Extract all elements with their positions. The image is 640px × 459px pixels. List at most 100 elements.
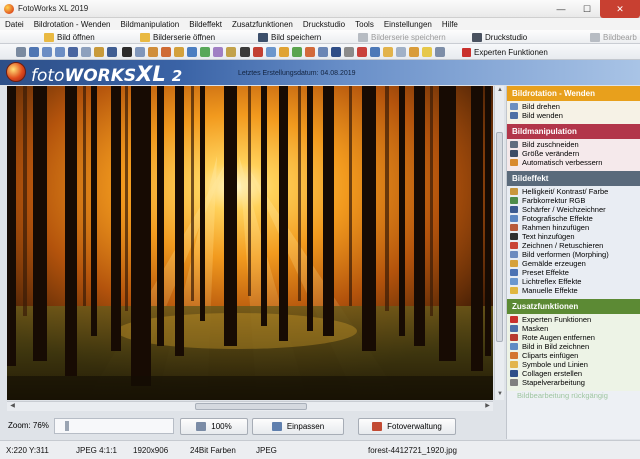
palette-icon [510,260,518,267]
mirror-icon[interactable] [81,47,91,57]
open-series-button[interactable]: Bilderserie öffnen [140,31,215,43]
item-rgb[interactable]: Farbkorrektur RGB [510,196,640,205]
item-sharpen[interactable]: Schärfer / Weichzeichner [510,205,640,214]
item-painting[interactable]: Gemälde erzeugen [510,259,640,268]
save-series-button[interactable]: Bilderserie speichern [358,31,446,43]
scroll-down-icon[interactable]: ▼ [496,391,504,399]
section-header-rotation[interactable]: Bildrotation - Wenden [507,86,640,101]
scroll-up-icon[interactable]: ▲ [496,87,504,95]
section-header-manipulation[interactable]: Bildmanipulation [507,124,640,139]
item-symbols[interactable]: Symbole und Linien [510,360,640,369]
vertical-scrollbar[interactable]: ▲ ▼ [494,86,504,400]
menu-tools[interactable]: Tools [355,20,374,29]
minimize-button[interactable]: — [548,0,574,18]
symbols-icon[interactable] [318,47,328,57]
horizontal-scroll-thumb[interactable] [195,403,307,410]
crop-icon[interactable] [16,47,26,57]
item-brightness[interactable]: Helligkeit/ Kontrast/ Farbe [510,187,640,196]
build-date: Letztes Erstellungsdatum: 04.08.2019 [238,70,356,77]
print-studio-button[interactable]: Druckstudio [472,31,527,43]
brightness-icon[interactable] [94,47,104,57]
menu-druckstudio[interactable]: Druckstudio [303,20,345,29]
brush-icon[interactable] [226,47,236,57]
item-preset[interactable]: Preset Effekte [510,268,640,277]
menu-bildeffekt[interactable]: Bildeffekt [189,20,222,29]
sharpen-icon[interactable] [107,47,117,57]
open-image-button[interactable]: Bild öffnen [44,31,95,43]
mask-icon[interactable] [292,47,302,57]
star-icon[interactable] [383,47,393,57]
menu-einstellungen[interactable]: Einstellungen [384,20,432,29]
undo-edit-link[interactable]: Bildbearbeitung rückgängig [507,391,640,401]
scroll-right-icon[interactable]: ▶ [483,402,492,411]
horizontal-scrollbar[interactable]: ◀ ▶ [7,401,493,411]
preset-icon[interactable] [279,47,289,57]
scissors-icon[interactable] [122,47,132,57]
photo-manager-button[interactable]: Fotoverwaltung [358,418,456,435]
reflex-icon[interactable] [266,47,276,57]
section-header-effects[interactable]: Bildeffekt [507,171,640,186]
item-red-eye[interactable]: Rote Augen entfernen [510,333,640,342]
flip-icon[interactable] [68,47,78,57]
item-auto-enhance[interactable]: Automatisch verbessern [510,158,640,167]
image-canvas[interactable] [7,86,493,400]
rotate-left-icon[interactable] [42,47,52,57]
text-icon[interactable] [240,47,250,57]
item-manual-effects[interactable]: Manuelle Effekte [510,286,640,295]
item-masks[interactable]: Masken [510,324,640,333]
clipart-icon[interactable] [305,47,315,57]
morph-icon[interactable] [213,47,223,57]
frame-icon[interactable] [135,47,145,57]
item-frame[interactable]: Rahmen hinzufügen [510,223,640,232]
item-collage[interactable]: Collagen erstellen [510,369,640,378]
item-morphing[interactable]: Bild verformen (Morphing) [510,250,640,259]
menu-bildrotation[interactable]: Bildrotation - Wenden [34,20,111,29]
item-crop[interactable]: Bild zuschneiden [510,140,640,149]
sun-icon[interactable] [422,47,432,57]
collage-icon[interactable] [331,47,341,57]
item-draw[interactable]: Zeichnen / Retuschieren [510,241,640,250]
item-flip-image[interactable]: Bild wenden [510,111,640,120]
batch-icon[interactable] [344,47,354,57]
save-image-button[interactable]: Bild speichern [258,31,321,43]
expert-functions-button[interactable]: Experten Funktionen [462,46,548,58]
pencil-icon[interactable] [148,47,158,57]
draw-icon[interactable] [253,47,263,57]
undo-edit-button[interactable]: Bildbearb [590,31,637,43]
item-cliparts[interactable]: Cliparts einfügen [510,351,640,360]
manual-effects-icon[interactable] [396,47,406,57]
scroll-left-icon[interactable]: ◀ [8,402,17,411]
item-photo-effects[interactable]: Fotografische Effekte [510,214,640,223]
item-batch[interactable]: Stapelverarbeitung [510,378,640,387]
red-eye-icon[interactable] [357,47,367,57]
close-button[interactable]: ✕ [600,0,640,18]
color-icon[interactable] [200,47,210,57]
item-text[interactable]: Text hinzufügen [510,232,640,241]
item-light-reflex[interactable]: Lichtreflex Effekte [510,277,640,286]
section-header-extras[interactable]: Zusatzfunktionen [507,299,640,314]
vertical-scroll-thumb[interactable] [496,132,503,342]
maximize-button[interactable]: ☐ [574,0,600,18]
item-expert[interactable]: Experten Funktionen [510,315,640,324]
menu-bildmanipulation[interactable]: Bildmanipulation [120,20,179,29]
light-icon[interactable] [409,47,419,57]
menu-zusatzfunktionen[interactable]: Zusatzfunktionen [232,20,293,29]
resize-icon[interactable] [29,47,39,57]
menu-datei[interactable]: Datei [5,20,24,29]
picture-in-picture-icon[interactable] [370,47,380,57]
menu-hilfe[interactable]: Hilfe [442,20,458,29]
item-rotate-image[interactable]: Bild drehen [510,102,640,111]
effects-icon[interactable] [174,47,184,57]
settings-icon[interactable] [435,47,445,57]
zoom-100-button[interactable]: 100% [180,418,248,435]
item-picture-in-picture[interactable]: Bild in Bild zeichnen [510,342,640,351]
fit-button[interactable]: Einpassen [252,418,344,435]
zoom-slider[interactable] [54,418,174,434]
item-resize[interactable]: Größe verändern [510,149,640,158]
folder-icon [44,32,54,42]
photo-effects-icon[interactable] [187,47,197,57]
paint-icon[interactable] [161,47,171,57]
zoom-slider-knob[interactable] [65,421,69,431]
rotate-right-icon[interactable] [55,47,65,57]
picture-in-picture-icon [510,343,518,350]
